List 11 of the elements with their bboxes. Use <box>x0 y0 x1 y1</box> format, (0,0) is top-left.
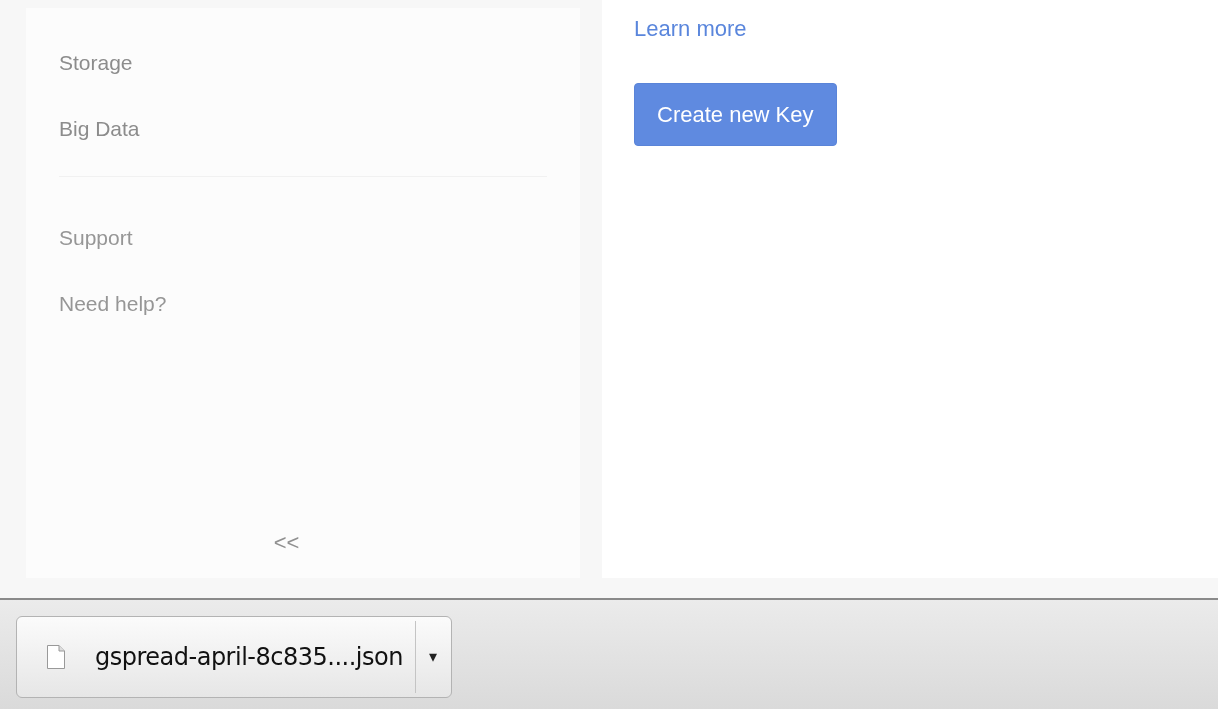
file-icon <box>47 645 65 669</box>
learn-more-link[interactable]: Learn more <box>634 16 747 41</box>
sidebar-item[interactable]: Support <box>59 205 580 271</box>
sidebar-item[interactable]: Big Data <box>59 96 580 162</box>
file-name: gspread-april-8c835....json <box>95 642 403 673</box>
menu-caret-button[interactable]: ▾ <box>414 621 451 693</box>
sidebar-item[interactable]: Storage <box>59 30 580 96</box>
sidebar-item[interactable]: Need help? <box>59 271 580 337</box>
create-key-button[interactable]: Create new Key <box>634 83 837 146</box>
download-file-button[interactable]: gspread-april-8c835....json <box>17 617 415 697</box>
collapse-button[interactable]: << <box>267 525 306 560</box>
